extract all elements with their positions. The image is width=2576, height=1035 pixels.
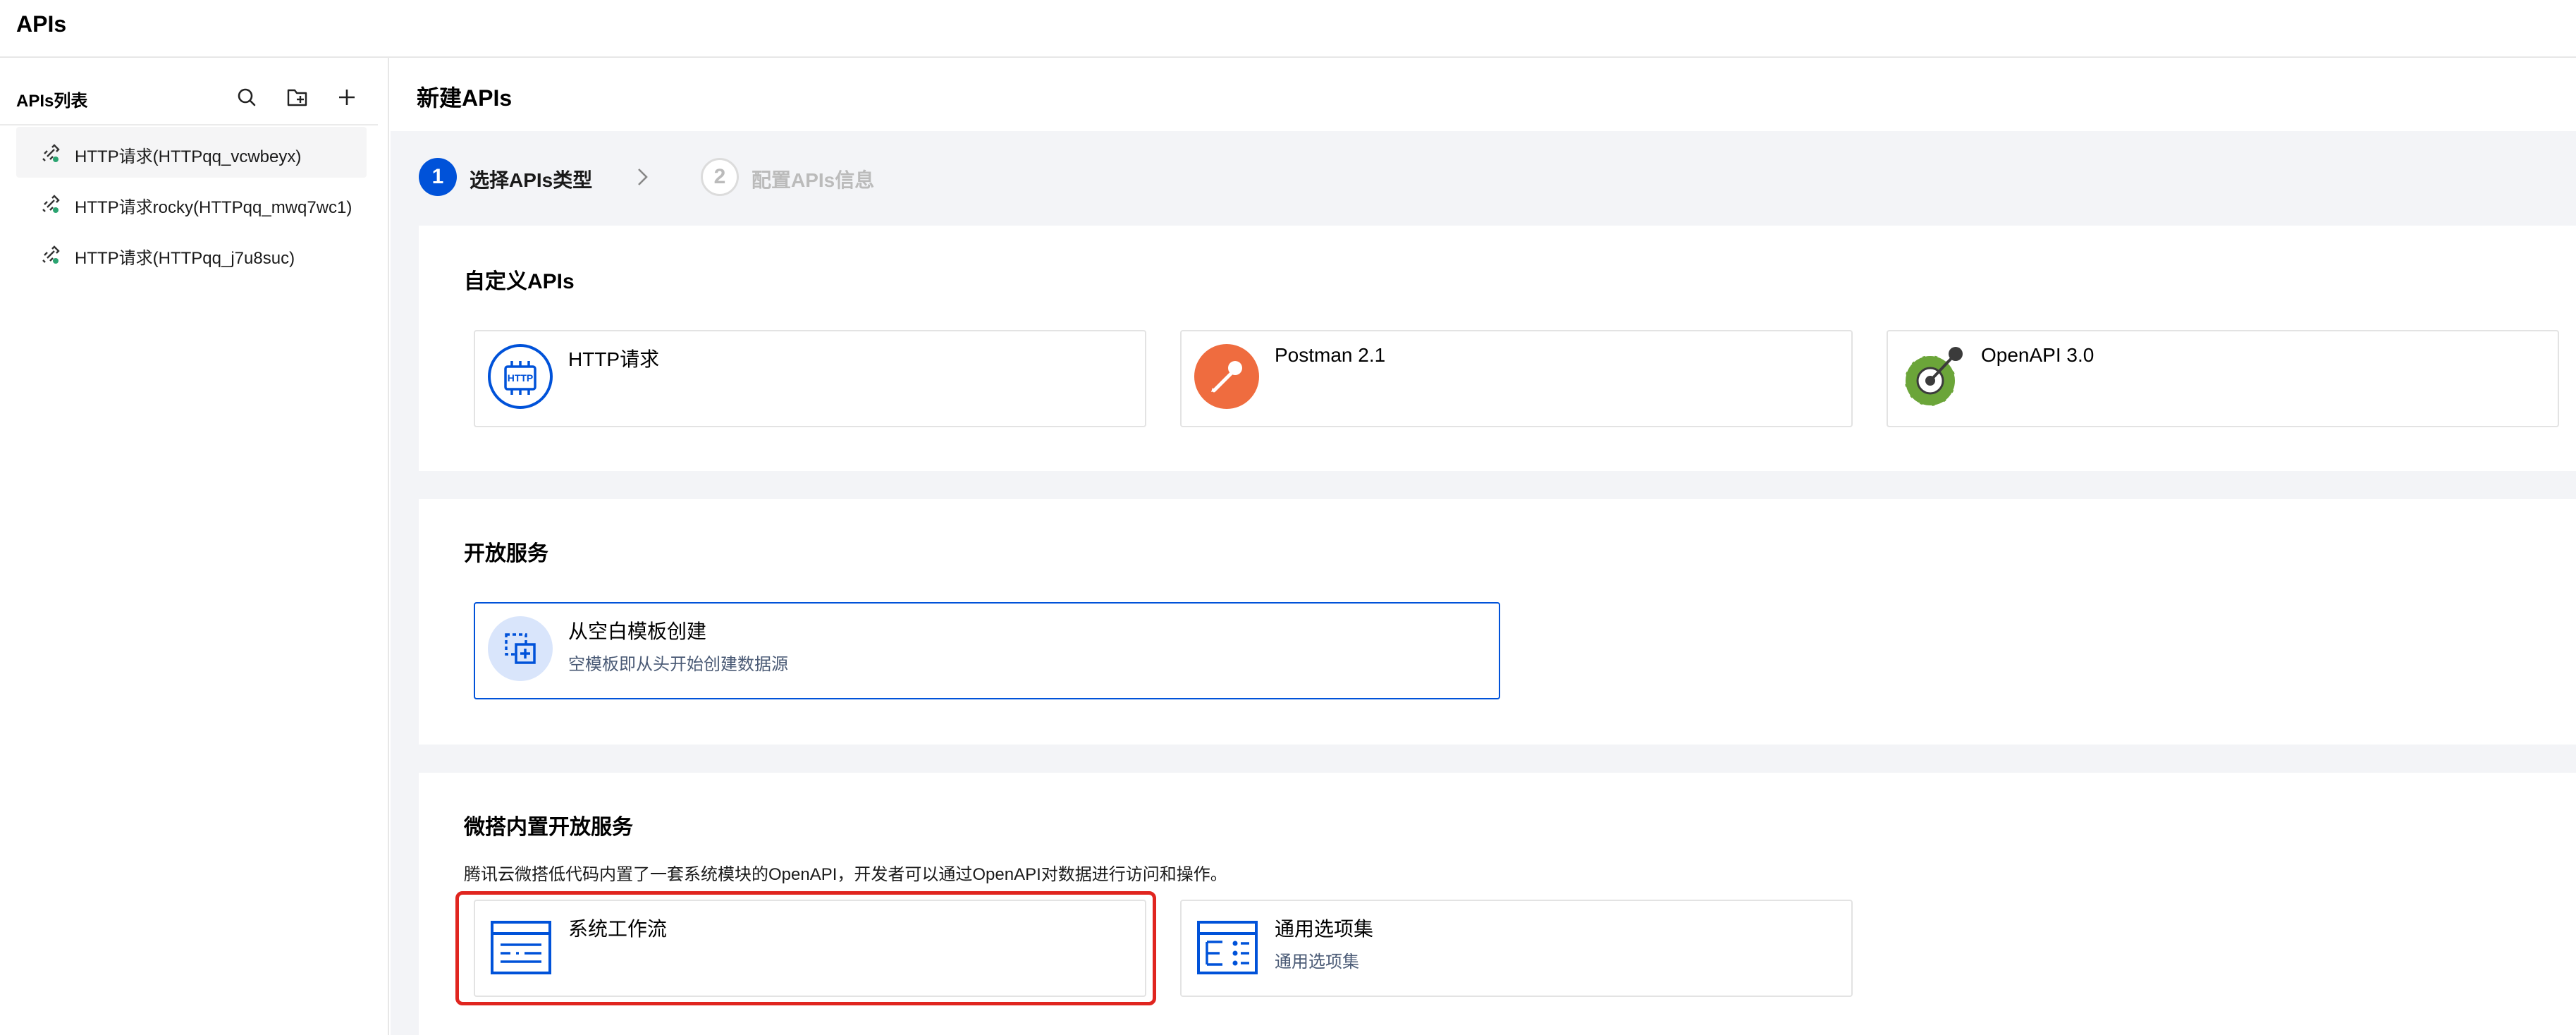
custom-apis-title: 自定义APIs <box>464 270 575 293</box>
api-list-item-label: HTTP请求(HTTPqq_j7u8suc) <box>75 249 295 268</box>
new-folder-icon <box>287 89 307 106</box>
http-icon: HTTP <box>488 344 553 409</box>
option-set-tile[interactable]: 通用选项集 通用选项集 <box>1180 900 1853 997</box>
tile-title: 通用选项集 <box>1275 918 1374 940</box>
tile-title: Postman 2.1 <box>1275 344 1386 366</box>
step-1-number: 1 <box>419 158 457 196</box>
step-2-number: 2 <box>701 158 739 196</box>
api-list-item-label: HTTP请求(HTTPqq_vcwbeyx) <box>75 147 302 166</box>
tile-subtitle: 空模板即从头开始创建数据源 <box>568 655 788 674</box>
app-title: APIs <box>16 11 67 37</box>
api-list-item[interactable]: HTTP请求rocky(HTTPqq_mwq7wc1) <box>16 178 367 228</box>
custom-apis-card: 自定义APIs HTTP HTTP请求 Postman 2.1 OpenAPI … <box>419 226 2576 471</box>
page-title: 新建APIs <box>417 85 513 111</box>
http-request-tile[interactable]: HTTP HTTP请求 <box>474 330 1146 427</box>
workflow-icon <box>491 921 551 974</box>
postman-tile[interactable]: Postman 2.1 <box>1180 330 1853 427</box>
step-2-label: 配置APIs信息 <box>752 169 875 191</box>
svg-text:HTTP: HTTP <box>508 372 534 384</box>
sidebar-header: APIs列表 <box>0 58 378 125</box>
builtin-services-title: 微搭内置开放服务 <box>464 816 633 839</box>
openapi-tile[interactable]: OpenAPI 3.0 <box>1887 330 2559 427</box>
tile-title: OpenAPI 3.0 <box>1981 344 2094 366</box>
api-list: HTTP请求(HTTPqq_vcwbeyx) HTTP请求rocky(HTTPq… <box>16 127 367 279</box>
sidebar-title: APIs列表 <box>16 92 88 111</box>
api-link-icon <box>42 195 60 213</box>
chevron-right-icon <box>638 169 648 185</box>
step-1-label: 选择APIs类型 <box>470 169 593 191</box>
new-folder-button[interactable] <box>285 85 310 110</box>
plus-icon <box>339 90 355 105</box>
api-list-item[interactable]: HTTP请求(HTTPqq_j7u8suc) <box>16 228 367 279</box>
builtin-services-card: 微搭内置开放服务 腾讯云微搭低代码内置了一套系统模块的OpenAPI，开发者可以… <box>419 773 2576 1035</box>
main-panel: 新建APIs 1 选择APIs类型 2 配置APIs信息 自定义APIs HTT… <box>391 58 2576 1035</box>
system-workflow-tile[interactable]: 系统工作流 <box>474 900 1146 997</box>
tile-subtitle: 通用选项集 <box>1275 953 1359 972</box>
builtin-services-description: 腾讯云微搭低代码内置了一套系统模块的OpenAPI，开发者可以通过OpenAPI… <box>464 865 1227 884</box>
blank-template-tile[interactable]: 从空白模板创建 空模板即从头开始创建数据源 <box>474 602 1500 699</box>
add-api-button[interactable] <box>334 85 360 110</box>
blank-template-icon <box>488 616 553 681</box>
tile-title: HTTP请求 <box>568 348 660 370</box>
open-services-title: 开放服务 <box>464 542 548 565</box>
openapi-icon <box>1904 347 1963 407</box>
search-icon <box>238 88 256 106</box>
api-list-item[interactable]: HTTP请求(HTTPqq_vcwbeyx) <box>16 127 367 178</box>
api-link-icon <box>42 245 60 264</box>
tile-title: 系统工作流 <box>568 918 668 940</box>
tile-title: 从空白模板创建 <box>568 620 707 642</box>
open-services-card: 开放服务 从空白模板创建 空模板即从头开始创建数据源 <box>419 499 2576 745</box>
top-bar: APIs <box>0 0 2576 58</box>
api-link-icon <box>42 144 60 162</box>
search-button[interactable] <box>234 85 259 110</box>
sidebar: APIs列表 HTTP请求(HTTPqq_vcwbeyx) HTTP请求rock… <box>0 58 389 1035</box>
main-header: 新建APIs <box>391 58 2576 131</box>
api-list-item-label: HTTP请求rocky(HTTPqq_mwq7wc1) <box>75 198 352 217</box>
option-set-icon <box>1197 921 1258 974</box>
postman-icon <box>1194 344 1259 409</box>
